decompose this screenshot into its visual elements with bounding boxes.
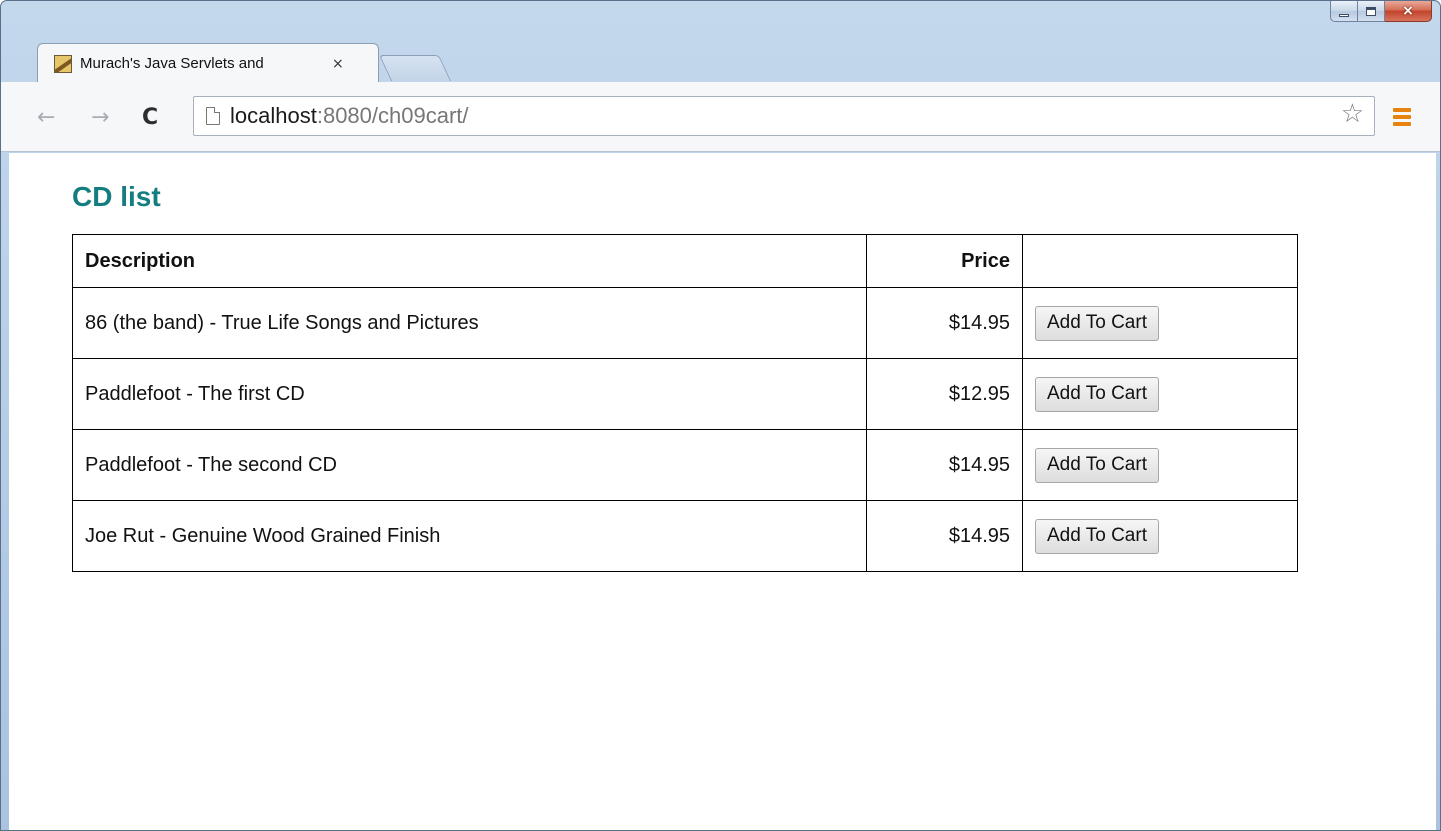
table-row: Paddlefoot - The first CD $12.95 Add To … [72,358,1298,430]
back-arrow-icon[interactable]: ← [37,107,55,129]
add-to-cart-button[interactable]: Add To Cart [1035,447,1159,483]
table-row: Joe Rut - Genuine Wood Grained Finish $1… [72,500,1298,572]
add-to-cart-button[interactable]: Add To Cart [1035,518,1159,554]
cd-description: 86 (the band) - True Life Songs and Pict… [72,287,867,359]
cd-price: $14.95 [866,429,1023,501]
cd-price: $12.95 [866,358,1023,430]
add-to-cart-button[interactable]: Add To Cart [1035,376,1159,412]
page-title: CD list [72,181,161,212]
cd-table: Description Price 86 (the band) - True L… [72,234,1298,572]
maximize-button[interactable] [1358,1,1385,22]
close-icon: × [1402,3,1414,19]
tab-close-icon[interactable]: × [332,56,344,72]
url-host: localhost [230,103,317,128]
browser-tab[interactable]: Murach's Java Servlets and × [37,43,379,83]
action-cell: Add To Cart [1022,358,1298,430]
browser-window: × Murach's Java Servlets and × ← → C loc… [0,0,1441,831]
window-controls: × [1330,1,1432,23]
tab-title: Murach's Java Servlets and [80,55,264,72]
add-to-cart-button[interactable]: Add To Cart [1035,305,1159,341]
forward-arrow-icon[interactable]: → [91,107,109,129]
cd-price: $14.95 [866,287,1023,359]
address-bar[interactable]: localhost:8080/ch09cart/ ☆ [193,96,1375,136]
action-cell: Add To Cart [1022,287,1298,359]
new-tab-button[interactable] [378,55,452,81]
cd-description: Joe Rut - Genuine Wood Grained Finish [72,500,867,572]
table-row: 86 (the band) - True Life Songs and Pict… [72,287,1298,359]
table-header-row: Description Price [72,234,1298,288]
action-cell: Add To Cart [1022,429,1298,501]
reload-icon[interactable]: C [142,107,158,129]
url-path: :8080/ch09cart/ [316,103,469,128]
maximize-icon [1366,6,1376,16]
column-header-price: Price [866,234,1023,288]
minimize-button[interactable] [1330,1,1358,22]
browser-toolbar: ← → C localhost:8080/ch09cart/ ☆ [1,82,1440,152]
bookmark-star-icon[interactable]: ☆ [1341,101,1364,127]
action-cell: Add To Cart [1022,500,1298,572]
page-icon [206,107,220,125]
menu-hamburger-icon[interactable] [1393,108,1411,126]
url-text: localhost:8080/ch09cart/ [230,103,469,129]
column-header-description: Description [72,234,867,288]
favicon-icon [54,54,72,73]
minimize-icon [1339,13,1349,17]
close-window-button[interactable]: × [1385,1,1432,22]
cd-description: Paddlefoot - The first CD [72,358,867,430]
cd-price: $14.95 [866,500,1023,572]
table-row: Paddlefoot - The second CD $14.95 Add To… [72,429,1298,501]
column-header-action [1022,234,1298,288]
cd-description: Paddlefoot - The second CD [72,429,867,501]
page-content: CD list Description Price 86 (the band) … [9,153,1436,830]
